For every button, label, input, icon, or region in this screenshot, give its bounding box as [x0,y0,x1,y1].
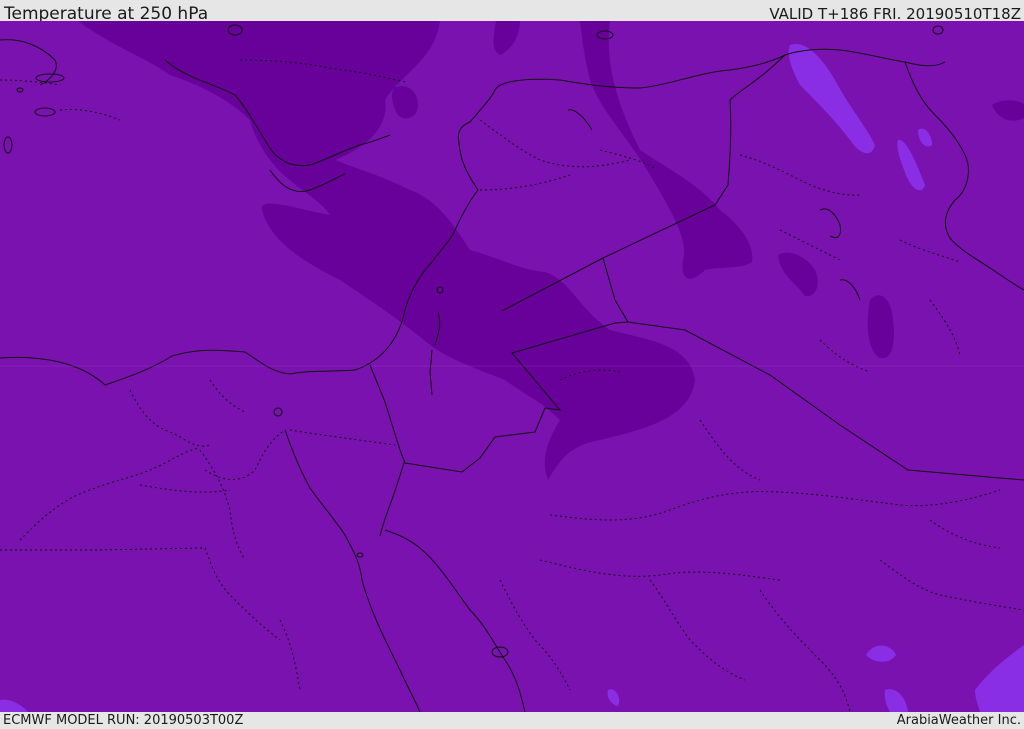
footer-bar: ECMWF MODEL RUN: 20190503T00Z ArabiaWeat… [0,712,1024,729]
header-bar: Temperature at 250 hPa VALID T+186 FRI. … [0,0,1024,24]
credit-label: ArabiaWeather Inc. [896,713,1021,728]
forecast-map[interactable] [0,21,1024,712]
map-canvas [0,21,1024,712]
model-run-label: ECMWF MODEL RUN: 20190503T00Z [3,713,244,728]
map-viewer: Temperature at 250 hPa VALID T+186 FRI. … [0,0,1024,729]
